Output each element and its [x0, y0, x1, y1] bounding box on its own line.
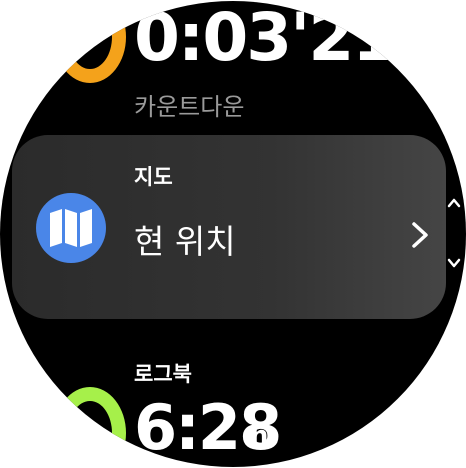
chevron-down-icon[interactable]	[447, 257, 461, 269]
countdown-label: 카운트다운	[134, 93, 245, 121]
map-widget-title: 지도	[134, 165, 173, 189]
logbook-progress-ring	[54, 387, 126, 467]
logbook-unit: h	[250, 421, 269, 451]
chevron-right-icon[interactable]	[410, 221, 430, 249]
map-widget-value: 현 위치	[134, 222, 236, 261]
countdown-value: 0:03'21	[134, 1, 398, 76]
map-icon	[36, 193, 106, 263]
map-widget-card[interactable]: 지도 현 위치	[12, 135, 446, 319]
chevron-up-icon[interactable]	[447, 197, 461, 209]
logbook-title: 로그북	[134, 362, 192, 386]
countdown-progress-ring	[54, 1, 126, 83]
watch-face: 0:03'21 카운트다운 지도 현 위치 로그북 6:28 h	[0, 1, 466, 467]
